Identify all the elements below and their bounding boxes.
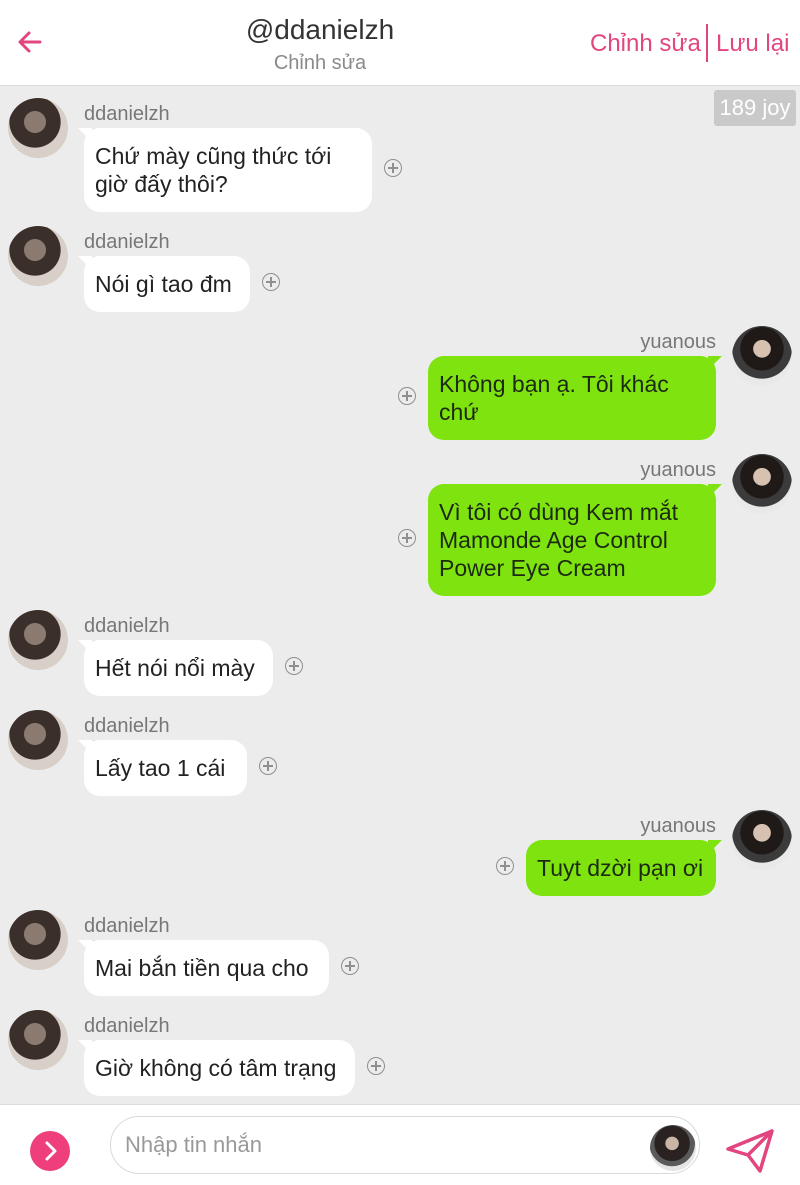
message-bubble[interactable]: Hết nói nổi mày	[84, 640, 273, 696]
joy-badge: 189 joy	[714, 90, 796, 126]
message-author: yuanous	[640, 815, 716, 837]
paper-plane-icon[interactable]	[724, 1127, 776, 1175]
message-author: ddanielzh	[84, 615, 170, 637]
message-input[interactable]	[110, 1116, 700, 1174]
avatar[interactable]	[8, 98, 68, 158]
composer-bar	[0, 1104, 800, 1185]
avatar[interactable]	[8, 710, 68, 770]
message-bubble[interactable]: Giờ không có tâm trạng	[84, 1040, 355, 1096]
message-author: ddanielzh	[84, 103, 170, 125]
message-author: ddanielzh	[84, 231, 170, 253]
avatar[interactable]	[650, 1125, 696, 1171]
plus-circle-icon[interactable]	[262, 273, 280, 291]
avatar[interactable]	[732, 454, 792, 514]
message-bubble[interactable]: Lấy tao 1 cái	[84, 740, 247, 796]
chevron-right-icon	[45, 1141, 57, 1161]
message-bubble[interactable]: Tuyt dzời pạn ơi	[526, 840, 716, 896]
plus-circle-icon[interactable]	[259, 757, 277, 775]
plus-circle-icon[interactable]	[341, 957, 359, 975]
header-divider	[706, 24, 708, 62]
plus-circle-icon[interactable]	[285, 657, 303, 675]
avatar[interactable]	[732, 326, 792, 386]
plus-circle-icon[interactable]	[384, 159, 402, 177]
message-bubble[interactable]: Không bạn ạ. Tôi khác chứ	[428, 356, 716, 440]
message-bubble[interactable]: Nói gì tao đm	[84, 256, 250, 312]
message-bubble[interactable]: Mai bắn tiền qua cho	[84, 940, 329, 996]
expand-button[interactable]	[30, 1131, 70, 1171]
save-button[interactable]: Lưu lại	[716, 30, 789, 58]
avatar[interactable]	[8, 910, 68, 970]
avatar[interactable]	[8, 226, 68, 286]
edit-button[interactable]: Chỉnh sửa	[590, 30, 701, 58]
message-author: ddanielzh	[84, 1015, 170, 1037]
avatar[interactable]	[732, 810, 792, 870]
avatar[interactable]	[8, 1010, 68, 1070]
chat-subtitle: Chỉnh sửa	[273, 52, 367, 74]
plus-circle-icon[interactable]	[496, 857, 514, 875]
plus-circle-icon[interactable]	[398, 529, 416, 547]
message-author: ddanielzh	[84, 715, 170, 737]
plus-circle-icon[interactable]	[367, 1057, 385, 1075]
chat-title: @ddanielzh	[245, 14, 395, 45]
message-author: ddanielzh	[84, 915, 170, 937]
message-author: yuanous	[640, 331, 716, 353]
avatar[interactable]	[8, 610, 68, 670]
message-bubble[interactable]: Vì tôi có dùng Kem mắt Mamonde Age Contr…	[428, 484, 716, 596]
chat-header: @ddanielzh Chỉnh sửa Chỉnh sửa Lưu lại	[0, 0, 800, 86]
message-author: yuanous	[640, 459, 716, 481]
plus-circle-icon[interactable]	[398, 387, 416, 405]
message-bubble[interactable]: Chứ mày cũng thức tới giờ đấy thôi?	[84, 128, 372, 212]
